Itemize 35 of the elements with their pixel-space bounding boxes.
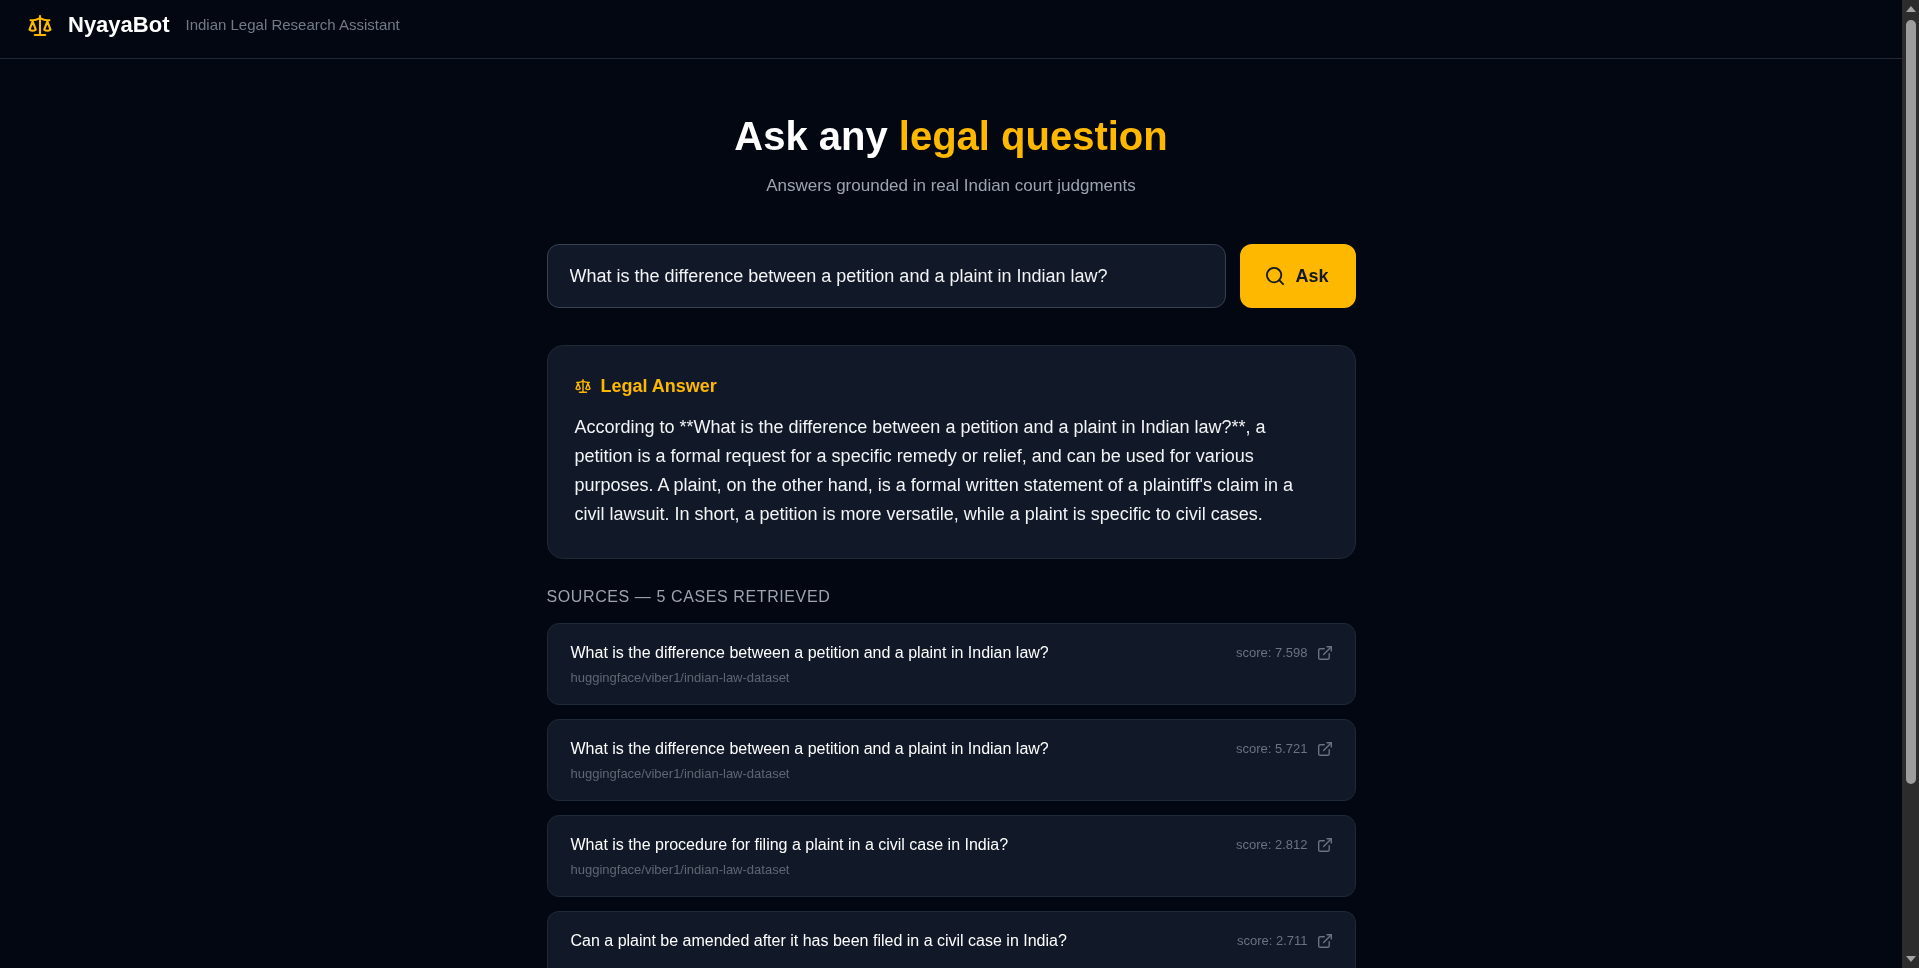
source-path: huggingface/viber1/indian-law-dataset [570,765,790,783]
sources-heading: SOURCES — 5 CASES RETRIEVED [546,587,831,607]
answer-text: According to **What is the difference between a petition and a plaint in Indian law?**, a petition is a formal request for a specific remedy or relief, and can be used for various purposes. A plaint, on the other hand, is a formal written statement of a plaintiff's claim in a civil lawsuit. In short, a petition is more versatile, while a plaint is specific to civil cases. [574,416,1294,526]
scrollbar[interactable] [1902,0,1919,968]
question-input[interactable]: What is the difference between a petition and a plaint in Indian law? [546,244,1226,308]
score-text: score: 7.598 [1235,645,1308,661]
score-text: score: 2.711 [1236,933,1308,949]
page-title: Ask any legal question [734,113,1168,160]
source-title: Can a plaint be amended after it has been filed in a civil case in India? [570,931,1067,951]
source-title: What is the difference between a petition and a plaint in Indian law? [570,643,1049,663]
app-tagline: Indian Legal Research Assistant [185,15,400,35]
source-card[interactable]: What is the difference between a petition and a plaint in Indian law? huggingface/viber1/indian-law-dataset score: 7.598 [546,623,1356,705]
external-link-icon[interactable] [1317,742,1332,756]
source-card[interactable]: What is the procedure for filing a plaint in a civil case in India? huggingface/viber1/indian-law-dataset score: 2.812 [546,815,1356,897]
source-title: What is the procedure for filing a plaint in a civil case in India? [570,835,1009,855]
score-text: score: 5.721 [1235,741,1308,757]
external-link-icon[interactable] [1317,646,1332,660]
scales-icon [28,14,52,36]
scroll-up-icon[interactable] [1905,6,1916,12]
scroll-down-icon[interactable] [1905,956,1916,962]
score-text: score: 2.812 [1235,837,1308,853]
answer-heading: Legal Answer [600,375,717,398]
source-path: huggingface/viber1/indian-law-dataset [570,669,790,687]
external-link-icon[interactable] [1317,934,1332,948]
search-icon [1266,267,1285,285]
source-path: huggingface/viber1/indian-law-dataset [570,861,790,879]
page-subtitle: Answers grounded in real Indian court judgments [766,175,1136,197]
source-card[interactable]: What is the difference between a petition and a plaint in Indian law? huggingface/viber1/indian-law-dataset score: 5.721 [546,719,1356,801]
app-title: NyayaBot [68,11,170,39]
source-card[interactable]: Can a plaint be amended after it has been filed in a civil case in India? score: 2.711 [546,911,1356,968]
ask-button[interactable]: Ask [1239,244,1356,308]
source-title: What is the difference between a petition and a plaint in Indian law? [570,739,1049,759]
scales-icon [574,379,591,393]
external-link-icon[interactable] [1317,838,1332,852]
scrollbar-thumb[interactable] [1905,20,1916,784]
